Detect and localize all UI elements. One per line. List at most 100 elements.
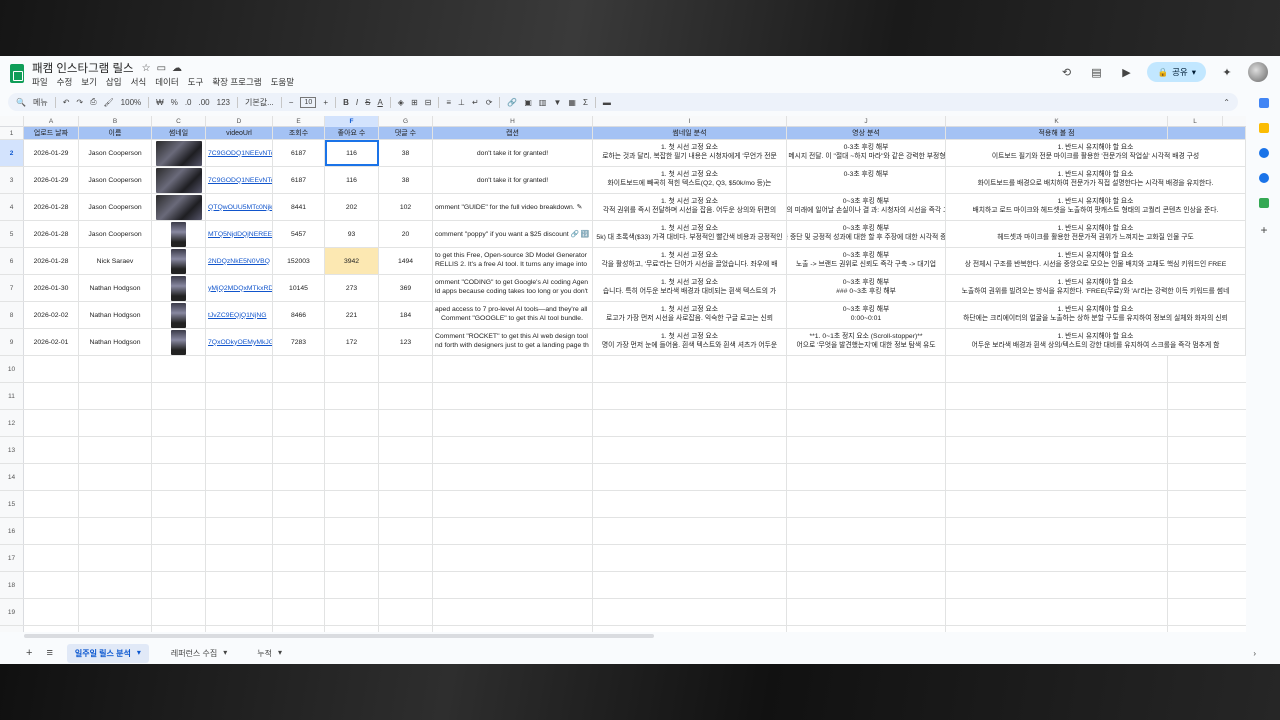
row-number[interactable]: 7 xyxy=(0,275,24,301)
cloud-status-icon[interactable]: ☁ xyxy=(172,63,182,74)
rotate-icon[interactable]: ⟳ xyxy=(486,98,493,107)
menu-tools[interactable]: 도구 xyxy=(188,76,204,88)
filter-views-icon[interactable]: ▦ xyxy=(568,98,576,107)
thumbnail-analysis-cell[interactable]: 1. 첫 시선 고정 요소 각을 활성하고, '무료'라는 단어가 시선을 끌었습… xyxy=(593,248,787,274)
bold-icon[interactable]: B xyxy=(343,98,349,107)
row-number[interactable]: 15 xyxy=(0,491,24,517)
header-cell[interactable]: 이름 xyxy=(79,127,152,139)
views-cell[interactable]: 6187 xyxy=(273,140,325,166)
video-url-cell[interactable]: 7C9GODQ1NEEvNTc xyxy=(206,167,273,193)
strikethrough-icon[interactable]: S xyxy=(365,98,370,107)
video-analysis-cell[interactable]: 0-3초 후킹 해부 xyxy=(787,167,946,193)
corner-cell[interactable] xyxy=(0,116,24,127)
tasks-icon[interactable] xyxy=(1259,148,1269,158)
menu-edit[interactable]: 수정 xyxy=(57,76,73,88)
likes-cell[interactable]: 221 xyxy=(325,302,379,328)
caption-cell[interactable]: don't take it for granted! xyxy=(433,167,593,193)
keep-icon[interactable] xyxy=(1259,123,1269,133)
video-url-cell[interactable]: tJvZC9EQjQ1NjNG xyxy=(206,302,273,328)
undo-icon[interactable]: ↶ xyxy=(63,98,70,107)
comments-cell[interactable]: 1494 xyxy=(379,248,433,274)
column-header[interactable]: K xyxy=(946,116,1168,127)
fill-color-icon[interactable]: ◈ xyxy=(398,98,404,107)
doc-title[interactable]: 패캠 인스타그램 릴스 xyxy=(32,60,134,76)
comments-icon[interactable]: ▤ xyxy=(1087,63,1105,81)
menu-file[interactable]: 파일 xyxy=(32,76,48,88)
comments-cell[interactable]: 123 xyxy=(379,329,433,355)
horizontal-scrollbar[interactable] xyxy=(24,634,654,638)
likes-cell[interactable]: 172 xyxy=(325,329,379,355)
likes-cell[interactable]: 116 xyxy=(325,167,379,193)
apply-points-cell[interactable]: 1. 반드시 유지해야 할 요소 상 전체시 구조를 반복한다. 시선을 중앙으로… xyxy=(946,248,1246,274)
number-format-button[interactable]: 123 xyxy=(217,98,230,107)
sheet-tab-weekly[interactable]: 일주일 릴스 분석 ▾ xyxy=(66,643,149,663)
header-cell[interactable]: 썸네일 xyxy=(152,127,206,139)
likes-cell[interactable]: 116 xyxy=(325,140,379,166)
explore-icon[interactable]: › xyxy=(1253,649,1256,658)
apply-points-cell[interactable]: 1. 반드시 유지해야 할 요소 어두운 보라색 배경과 흰색 상의/텍스트의 강… xyxy=(946,329,1246,355)
name-cell[interactable]: Nick Saraev xyxy=(79,248,152,274)
name-cell[interactable]: Jason Cooperson xyxy=(79,221,152,247)
views-cell[interactable]: 5457 xyxy=(273,221,325,247)
all-sheets-icon[interactable]: ≡ xyxy=(46,647,52,659)
column-header[interactable]: I xyxy=(593,116,787,127)
header-cell[interactable]: 영상 분석 xyxy=(787,127,946,139)
row-number[interactable]: 6 xyxy=(0,248,24,274)
views-cell[interactable]: 8441 xyxy=(273,194,325,220)
video-url-cell[interactable]: 7C9GODQ1NEEvNTc xyxy=(206,140,273,166)
align-icon[interactable]: ≡ xyxy=(446,98,451,107)
views-cell[interactable]: 7283 xyxy=(273,329,325,355)
valign-icon[interactable]: ⊥ xyxy=(458,98,465,107)
row-number[interactable]: 11 xyxy=(0,383,24,409)
contacts-icon[interactable] xyxy=(1259,173,1269,183)
header-cell[interactable]: 캡션 xyxy=(433,127,593,139)
row-number[interactable]: 14 xyxy=(0,464,24,490)
thumbnail-cell[interactable] xyxy=(152,194,206,220)
menu-format[interactable]: 서식 xyxy=(131,76,147,88)
menu-view[interactable]: 보기 xyxy=(81,76,97,88)
thumbnail-analysis-cell[interactable]: 1. 첫 시선 고정 요소 5k) 대 초록색($33) 가격 대비다. 부정적인… xyxy=(593,221,787,247)
name-cell[interactable]: Jason Cooperson xyxy=(79,194,152,220)
header-cell[interactable] xyxy=(1168,127,1246,139)
likes-cell[interactable]: 202 xyxy=(325,194,379,220)
thumbnail-cell[interactable] xyxy=(152,302,206,328)
row-number[interactable]: 2 xyxy=(0,140,24,166)
video-analysis-cell[interactable]: 0~3초 후킹 해부 노출 -> 브랜드 권위로 신뢰도 즉각 구축 -> 대기업 xyxy=(787,248,946,274)
thumbnail-cell[interactable] xyxy=(152,329,206,355)
font-select[interactable]: 기본값... xyxy=(245,97,274,108)
column-header[interactable]: D xyxy=(206,116,273,127)
views-cell[interactable]: 6187 xyxy=(273,167,325,193)
column-header[interactable]: B xyxy=(79,116,152,127)
comments-cell[interactable]: 20 xyxy=(379,221,433,247)
header-cell[interactable]: 업로드 날짜 xyxy=(24,127,79,139)
caption-cell[interactable]: omment "CODING" to get Google's AI codin… xyxy=(433,275,593,301)
views-cell[interactable]: 152003 xyxy=(273,248,325,274)
sheet-tab-reference[interactable]: 레퍼런스 수집 ▾ xyxy=(163,644,235,663)
row-number[interactable]: 18 xyxy=(0,572,24,598)
menu-help[interactable]: 도움말 xyxy=(271,76,294,88)
link-icon[interactable]: 🔗 xyxy=(507,98,517,107)
history-icon[interactable]: ⟲ xyxy=(1057,63,1075,81)
spreadsheet-grid[interactable]: A B C D E F G H I J K L 1 업로드 날짜 이름 썸네일 … xyxy=(0,116,1246,632)
column-header[interactable]: L xyxy=(1168,116,1223,127)
comments-cell[interactable]: 369 xyxy=(379,275,433,301)
date-cell[interactable]: 2026-01-29 xyxy=(24,140,79,166)
apply-points-cell[interactable]: 1. 반드시 유지해야 할 요소 노출하여 권위를 빌려오는 방식을 유지한다. … xyxy=(946,275,1246,301)
video-url-cell[interactable]: MTQ5NjdDQjNEREE xyxy=(206,221,273,247)
row-number[interactable]: 4 xyxy=(0,194,24,220)
views-cell[interactable]: 10145 xyxy=(273,275,325,301)
column-header[interactable]: E xyxy=(273,116,325,127)
collapse-toolbar-icon[interactable]: ⌃ xyxy=(1223,98,1230,107)
row-number[interactable]: 1 xyxy=(0,127,24,139)
row-number[interactable]: 3 xyxy=(0,167,24,193)
print-icon[interactable]: ⎙ xyxy=(90,97,96,107)
thumbnail-analysis-cell[interactable]: 1. 첫 시선 고정 요소 명이 가장 먼저 눈에 들어옴. 흰색 텍스트와 흰색… xyxy=(593,329,787,355)
header-cell[interactable]: 조회수 xyxy=(273,127,325,139)
borders-icon[interactable]: ⊞ xyxy=(411,98,418,107)
thumbnail-analysis-cell[interactable]: 1. 첫 시선 고정 요소 로고가 가장 먼저 시선을 사로잡음. 익숙한 구글 … xyxy=(593,302,787,328)
name-cell[interactable]: Jason Cooperson xyxy=(79,167,152,193)
comments-cell[interactable]: 102 xyxy=(379,194,433,220)
thumbnail-cell[interactable] xyxy=(152,140,206,166)
thumbnail-cell[interactable] xyxy=(152,248,206,274)
comments-cell[interactable]: 38 xyxy=(379,167,433,193)
